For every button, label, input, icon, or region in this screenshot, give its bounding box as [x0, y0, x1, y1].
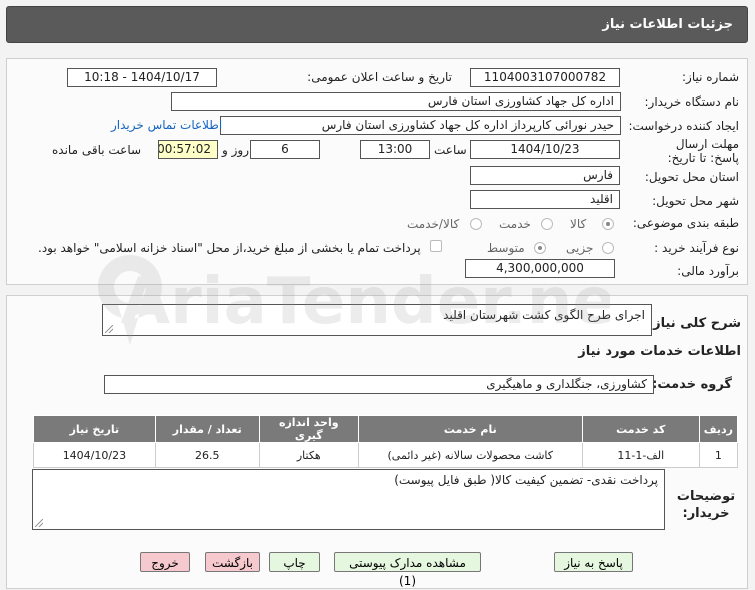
process-label-minor: جزیی [566, 241, 594, 255]
buyer-notes-textarea[interactable]: پرداخت نقدی- تضمین کیفیت کالا( طبق فایل … [32, 469, 665, 530]
resize-grip-icon[interactable] [35, 519, 43, 527]
table-row: 1 الف-1-11 کاشت محصولات سالانه (غیر دائم… [33, 442, 739, 468]
cell-service-name: کاشت محصولات سالانه (غیر دائمی) [357, 442, 583, 468]
category-label-service: خدمت [499, 217, 531, 231]
process-radio-minor[interactable] [602, 242, 614, 254]
need-number-label: شماره نیاز: [682, 70, 739, 84]
reply-button[interactable]: پاسخ به نیاز [554, 552, 633, 572]
province-field: فارس [470, 166, 620, 185]
col-quantity: تعداد / مقدار [154, 415, 260, 443]
view-documents-button[interactable]: مشاهده مدارک پیوستی (1) [334, 552, 481, 588]
buyer-notes-label: توضیحات خریدار: [676, 489, 736, 521]
resize-grip-icon[interactable] [105, 325, 113, 333]
announce-field: 1404/10/17 - 10:18 [67, 68, 217, 87]
back-button[interactable]: بازگشت [205, 552, 260, 572]
remaining-time-field: 00:57:02 [158, 140, 218, 159]
days-field: 6 [250, 140, 320, 159]
cell-service-code: الف-1-11 [581, 442, 700, 468]
budget-label: برآورد مالی: [677, 264, 739, 278]
province-label: استان محل تحویل: [644, 170, 739, 184]
announce-label: تاریخ و ساعت اعلان عمومی: [307, 70, 452, 84]
deadline-label: مهلت ارسال پاسخ: تا تاریخ: [667, 137, 739, 165]
treasury-payment-checkbox[interactable] [430, 240, 442, 252]
category-label-goods-service: کالا/خدمت [407, 217, 460, 231]
category-radio-service[interactable] [541, 218, 553, 230]
creator-label: ایجاد کننده درخواست: [628, 119, 739, 133]
time-label: ساعت [434, 143, 467, 157]
contact-info-link[interactable]: اطلاعات تماس خریدار [111, 118, 222, 132]
category-radio-goods-service[interactable] [470, 218, 482, 230]
process-label: نوع فرآیند خرید : [654, 241, 739, 255]
process-radio-medium[interactable] [534, 242, 546, 254]
cell-need-date: 1404/10/23 [33, 442, 156, 468]
col-need-date: تاریخ نیاز [33, 415, 156, 443]
page-title: جزئیات اطلاعات نیاز [602, 17, 733, 32]
creator-field: حیدر نورائی کارپرداز اداره کل جهاد کشاور… [220, 116, 621, 135]
col-service-name: نام خدمت [357, 415, 583, 443]
cell-unit: هکتار [258, 442, 359, 468]
description-text: اجرای طرح الگوی کشت شهرستان اقلید [443, 308, 645, 322]
buyer-org-label: نام دستگاه خریدار: [644, 95, 740, 109]
remaining-label: ساعت باقی مانده [52, 143, 142, 157]
description-textarea[interactable]: اجرای طرح الگوی کشت شهرستان اقلید [102, 304, 652, 336]
cell-quantity: 26.5 [154, 442, 260, 468]
services-table: ردیف کد خدمت نام خدمت واحد اندازه گیری ت… [33, 415, 739, 468]
budget-field: 4,300,000,000 [465, 259, 615, 278]
deadline-time-field: 13:00 [360, 140, 430, 159]
buyer-org-field: اداره کل جهاد کشاورزی استان فارس [171, 92, 621, 111]
table-header-row: ردیف کد خدمت نام خدمت واحد اندازه گیری ت… [33, 415, 739, 443]
service-group-field: کشاورزی، جنگلداری و ماهیگیری [104, 375, 654, 394]
category-radio-goods[interactable] [602, 218, 614, 230]
city-field: اقلید [470, 190, 620, 209]
page-header: جزئیات اطلاعات نیاز [6, 6, 748, 43]
service-group-label: گروه خدمت: [652, 377, 732, 392]
treasury-payment-note: پرداخت تمام یا بخشی از مبلغ خرید،از محل … [38, 241, 421, 255]
city-label: شهر محل تحویل: [652, 194, 739, 208]
exit-button[interactable]: خروج [140, 552, 190, 572]
cell-row-number: 1 [698, 442, 739, 468]
col-unit: واحد اندازه گیری [258, 415, 359, 443]
print-button[interactable]: چاپ [269, 552, 320, 572]
services-section-title: اطلاعات خدمات مورد نیاز [578, 344, 741, 359]
buyer-notes-text: پرداخت نقدی- تضمین کیفیت کالا( طبق فایل … [394, 473, 658, 487]
deadline-date-field: 1404/10/23 [470, 140, 620, 159]
col-row-number: ردیف [698, 415, 739, 443]
category-label-goods: کالا [570, 217, 587, 231]
category-label: طبقه بندی موضوعی: [632, 216, 739, 230]
process-label-medium: متوسط [487, 241, 525, 255]
col-service-code: کد خدمت [581, 415, 700, 443]
need-number-field: 1104003107000782 [470, 68, 620, 87]
description-label: شرح کلی نیاز: [647, 316, 741, 331]
days-label: روز و [222, 143, 249, 157]
